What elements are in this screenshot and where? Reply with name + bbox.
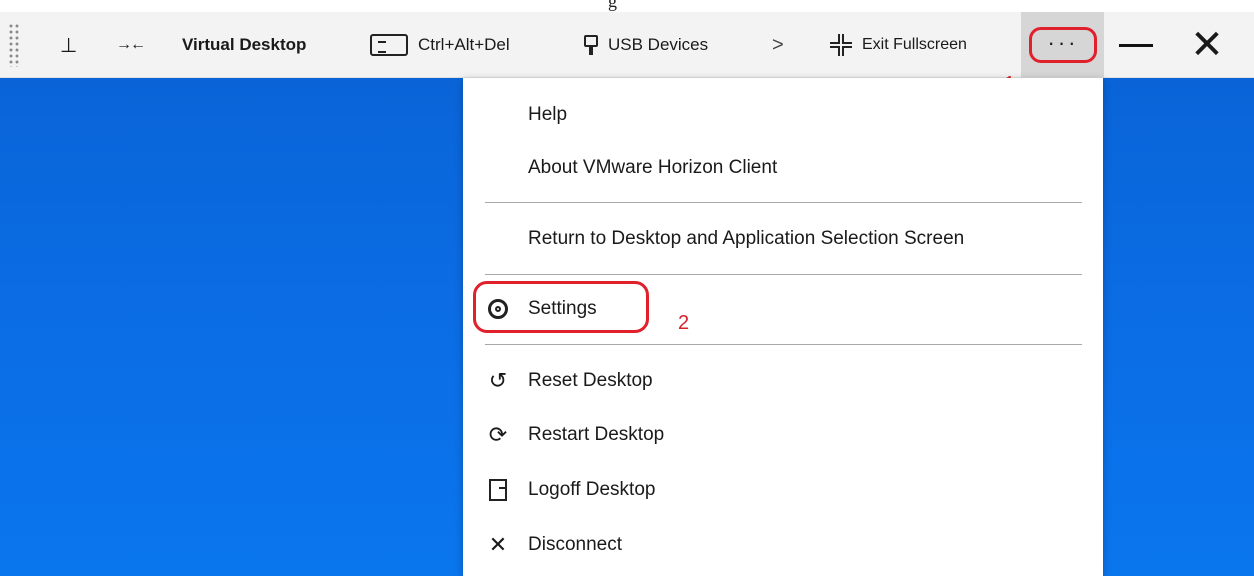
caption-strip: g: [0, 0, 1254, 12]
pin-icon: ⊥: [60, 34, 78, 57]
usb-icon: [584, 35, 598, 55]
exit-fullscreen-icon: [830, 34, 852, 56]
menu-item-settings[interactable]: Settings: [463, 286, 1103, 332]
menu-item-reset-desktop[interactable]: ↺ Reset Desktop: [463, 358, 1103, 404]
more-options-button[interactable]: ···: [1028, 12, 1098, 78]
drag-grip-handle[interactable]: [8, 12, 22, 78]
menu-item-label: About VMware Horizon Client: [528, 157, 778, 178]
menu-item-logoff-desktop[interactable]: Logoff Desktop: [463, 467, 1103, 513]
logoff-door-icon: [485, 477, 511, 503]
menu-item-label: Help: [528, 104, 568, 125]
ctrl-alt-del-label: Ctrl+Alt+Del: [418, 35, 510, 54]
menu-item-return-to-selection[interactable]: Return to Desktop and Application Select…: [463, 216, 1103, 262]
annotation-step-2: 2: [678, 312, 690, 334]
menu-item-label: Disconnect: [528, 534, 622, 555]
ctrl-alt-del-button[interactable]: Ctrl+Alt+Del: [370, 12, 510, 78]
menu-item-disconnect[interactable]: ✕ Disconnect: [463, 522, 1103, 568]
exit-fullscreen-button[interactable]: Exit Fullscreen: [830, 12, 967, 78]
menu-item-label: Settings: [528, 298, 597, 319]
virtual-desktop-title: Virtual Desktop: [182, 35, 307, 54]
menu-item-label: Logoff Desktop: [528, 479, 656, 500]
disconnect-icon: ✕: [488, 532, 508, 557]
menu-item-restart-desktop[interactable]: ⟳ Restart Desktop: [463, 412, 1103, 458]
usb-devices-button[interactable]: USB Devices: [584, 12, 708, 78]
more-options-icon: ···: [1029, 27, 1097, 63]
minimize-button[interactable]: [1116, 12, 1156, 78]
caption-fragment: g: [608, 0, 617, 11]
menu-item-help[interactable]: Help: [463, 92, 1103, 138]
menu-separator: [485, 344, 1082, 345]
more-options-menu: Help About VMware Horizon Client Return …: [463, 78, 1103, 576]
keyboard-icon: [370, 34, 408, 56]
close-icon: ✕: [1190, 23, 1224, 67]
menu-separator: [485, 274, 1082, 275]
menu-item-label: Return to Desktop and Application Select…: [528, 228, 965, 249]
collapse-arrows-button[interactable]: →←: [116, 12, 146, 78]
minimize-icon: [1119, 43, 1153, 47]
pin-button[interactable]: ⊥: [60, 12, 77, 78]
grip-dots-icon: [8, 23, 20, 67]
close-button[interactable]: ✕: [1184, 12, 1230, 78]
reset-icon: ↺: [488, 368, 508, 393]
usb-devices-label: USB Devices: [608, 35, 709, 54]
collapse-arrows-icon: →←: [116, 36, 146, 53]
chevron-right-icon[interactable]: >: [772, 12, 784, 78]
menu-item-label: Restart Desktop: [528, 424, 665, 445]
menu-item-about[interactable]: About VMware Horizon Client: [463, 145, 1103, 191]
gear-icon: [485, 296, 511, 322]
exit-fullscreen-label: Exit Fullscreen: [862, 36, 967, 53]
menu-separator: [485, 202, 1082, 203]
menu-item-label: Reset Desktop: [528, 370, 653, 391]
restart-icon: ⟳: [488, 422, 508, 447]
